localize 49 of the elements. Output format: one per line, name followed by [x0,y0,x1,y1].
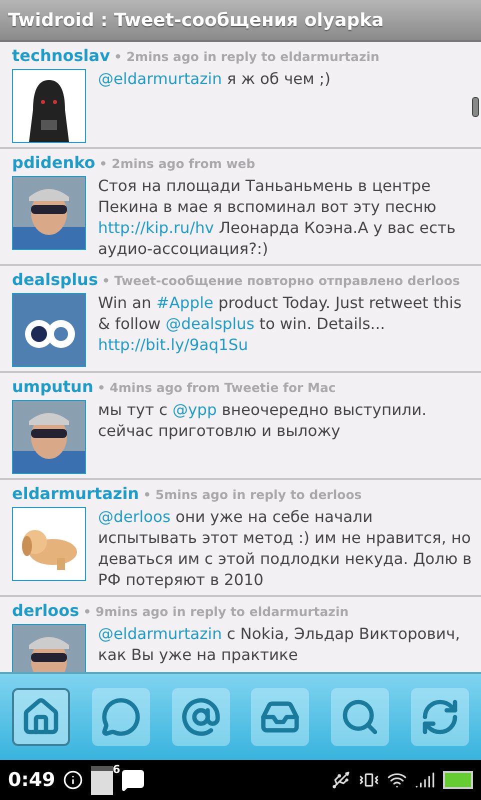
home-icon [21,697,61,737]
tweet-meta: • 5mins ago in reply to derloos [143,487,362,502]
calendar-count: 6 [112,762,120,776]
search-button[interactable] [331,688,390,746]
refresh-button[interactable] [410,688,469,746]
home-button[interactable] [12,688,70,746]
tweet-row[interactable]: eldarmurtazin • 5mins ago in reply to derloos @derloos они уже на себе начали испытывать этот метод :) им не нравится, но деваться им с этой подлодки некуда. Долю в РФ потеряют в 2010 [0,480,481,597]
username[interactable]: dealsplus [12,270,98,289]
tweet-text: @derloos они уже на себе начали испытывать этот метод :) им не нравится, но деваться им с этой подлодки некуда. Долю в РФ потеряют в 2010 [98,507,472,591]
window-title: Twidroid : Tweet-сообщения olyapka [8,10,384,30]
username[interactable]: derloos [12,601,80,620]
username[interactable]: umputun [12,377,94,396]
tweet-meta: • 9mins ago in reply to eldarmurtazin [83,604,349,619]
tweet-row[interactable]: technoslav • 2mins ago in reply to eldarmurtazin @eldarmurtazin я ж об чем ;) [0,42,481,149]
mentions-button[interactable] [172,688,230,746]
tweet-meta: • 4mins ago from Tweetie for Mac [97,380,336,395]
tweet-row[interactable]: umputun • 4mins ago from Tweetie for Mac мы тут с @ypp внеочередно выступили. сейчас приготовлю и выложу [0,373,481,480]
messages-button[interactable] [92,688,150,746]
info-icon [63,770,84,790]
clock: 0:49 [8,769,56,791]
tweet-meta: • Tweet-сообщение повторно отправлено derloos [102,273,460,288]
tweet-row[interactable]: dealsplus • Tweet-сообщение повторно отправлено derloos Win an #Apple product Today. Just retweet this & follow @dealsplus to win. Details... http://bit.ly/9aq1Su [0,266,481,373]
tweet-text: @eldarmurtazin я ж об чем ;) [98,69,332,90]
username[interactable]: pdidenko [12,153,96,172]
username[interactable]: technoslav [12,46,110,65]
inbox-button[interactable] [251,688,310,746]
tweet-row[interactable]: pdidenko • 2mins ago from web Стоя на площади Таньаньмень в центре Пекина в мае я вспоминал вот эту песню http://kip.ru/hv Леонарда Коэна.А у вас есть аудио-ассоциация?:) [0,149,481,266]
signal-icon [415,770,435,790]
tweet-text: мы тут с @ypp внеочередно выступили. сейчас приготовлю и выложу [98,400,428,442]
speech-bubble-icon [121,768,146,792]
scroll-thumb[interactable] [472,97,479,117]
tweet-meta: • 2mins ago from web [99,156,256,171]
tweet-meta: • 2mins ago in reply to eldarmurtazin [114,49,380,64]
tweet-link[interactable]: @ypp [172,401,217,419]
tweet-link[interactable]: @dealsplus [166,315,254,333]
tweet-link[interactable]: http://kip.ru/hv [98,219,214,237]
tweet-text: Стоя на площади Таньаньмень в центре Пекина в мае я вспоминал вот эту песню http://kip.ru/hv Леонарда Коэна.А у вас есть аудио-ассоциация?:) [98,176,457,260]
tweet-link[interactable]: @eldarmurtazin [98,70,222,88]
tweet-link[interactable]: @eldarmurtazin [98,625,222,643]
tweet-text: Win an #Apple product Today. Just retweet this & follow @dealsplus to win. Details... http://bit.ly/9aq1Su [98,293,463,356]
tweet-text: @eldarmurtazin с Nokia, Эльдар Викторович, как Вы уже на практике [98,624,462,666]
battery-icon [443,771,473,789]
tweet-link[interactable]: #Apple [156,294,214,312]
tweet-link[interactable]: http://bit.ly/9aq1Su [98,336,248,354]
tweet-link[interactable]: @derloos [98,508,171,526]
speech-bubble-icon [100,697,141,737]
usb-icon [331,770,351,790]
username[interactable]: eldarmurtazin [12,484,140,503]
at-sign-icon [180,697,221,737]
